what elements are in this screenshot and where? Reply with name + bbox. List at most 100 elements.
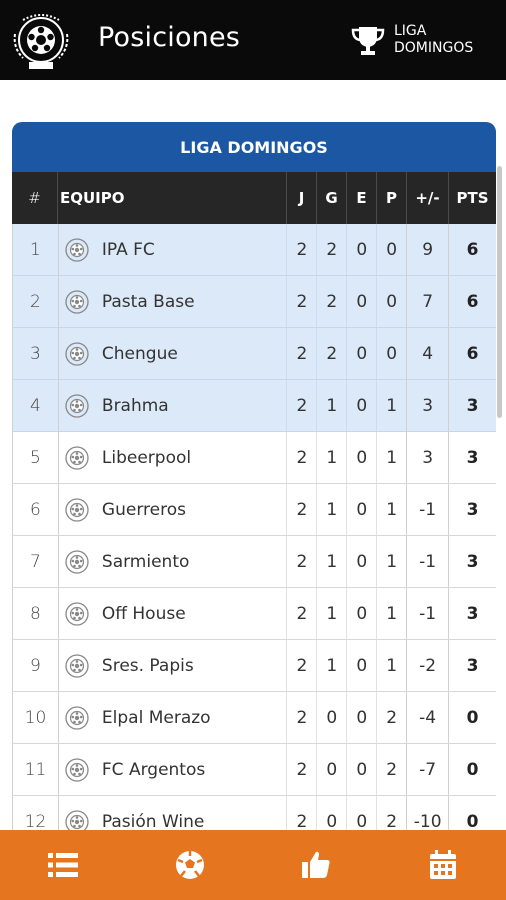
table-header: # EQUIPO J G E P +/- PTS xyxy=(12,172,496,224)
table-row[interactable]: 5 Libeerpool 2 1 0 1 3 3 xyxy=(12,432,496,484)
row-position: 8 xyxy=(13,588,59,639)
table-row[interactable]: 12 Pasión Wine 2 0 0 2 -10 0 xyxy=(12,796,496,830)
table-row[interactable]: 1 IPA FC 2 2 0 0 9 6 xyxy=(12,224,496,276)
row-points: 3 xyxy=(466,395,479,416)
row-points: 6 xyxy=(466,343,479,364)
row-team: Chengue xyxy=(59,328,287,379)
row-team-name: Chengue xyxy=(101,343,178,364)
table-row[interactable]: 2 Pasta Base 2 2 0 0 7 6 xyxy=(12,276,496,328)
table-row[interactable]: 6 Guerreros 2 1 0 1 -1 3 xyxy=(12,484,496,536)
team-crest-icon xyxy=(65,341,89,366)
row-team-name: Off House xyxy=(101,603,186,624)
row-points: 3 xyxy=(466,551,479,572)
team-crest-icon xyxy=(65,445,89,470)
table-row[interactable]: 11 FC Argentos 2 0 0 2 -7 0 xyxy=(12,744,496,796)
row-points: 3 xyxy=(466,499,479,520)
row-won: 0 xyxy=(316,692,346,743)
row-team: Guerreros xyxy=(59,484,287,535)
league-selector-button[interactable]: LIGA DOMINGOS xyxy=(350,20,500,62)
column-header-position: # xyxy=(12,172,58,224)
team-crest-icon xyxy=(65,705,89,730)
standings-list-icon xyxy=(48,853,79,877)
row-played: 2 xyxy=(286,328,316,379)
row-won: 0 xyxy=(316,744,346,795)
row-position: 11 xyxy=(13,744,59,795)
row-won: 1 xyxy=(316,380,346,431)
table-row[interactable]: 9 Sres. Papis 2 1 0 1 -2 3 xyxy=(12,640,496,692)
row-lost: 2 xyxy=(376,796,406,830)
row-team-name: FC Argentos xyxy=(101,759,206,780)
row-goal-diff: 9 xyxy=(406,224,450,275)
row-team-name: Elpal Merazo xyxy=(101,707,211,728)
app-header: Posiciones LIGA DOMINGOS xyxy=(0,0,506,80)
soccer-ball-icon xyxy=(175,851,204,879)
thumbs-up-icon xyxy=(302,851,330,878)
row-lost: 1 xyxy=(376,432,406,483)
row-played: 2 xyxy=(286,432,316,483)
team-crest-icon xyxy=(65,289,89,314)
column-header-points: PTS xyxy=(456,189,489,207)
row-team-name: Sres. Papis xyxy=(101,655,194,676)
row-position: 6 xyxy=(13,484,59,535)
row-team: Elpal Merazo xyxy=(59,692,287,743)
team-crest-icon xyxy=(65,757,89,782)
row-team-name: Brahma xyxy=(101,395,169,416)
row-goal-diff: 7 xyxy=(406,276,450,327)
table-row[interactable]: 8 Off House 2 1 0 1 -1 3 xyxy=(12,588,496,640)
page-title: Posiciones xyxy=(98,22,241,53)
row-lost: 1 xyxy=(376,588,406,639)
row-played: 2 xyxy=(286,380,316,431)
row-goal-diff: -7 xyxy=(406,744,450,795)
trophy-icon xyxy=(351,27,385,55)
scrollbar[interactable] xyxy=(497,166,502,418)
row-drawn: 0 xyxy=(346,640,376,691)
row-goal-diff: -1 xyxy=(406,484,450,535)
row-lost: 0 xyxy=(376,328,406,379)
bottom-navigation xyxy=(0,830,506,900)
row-points: 0 xyxy=(466,759,479,780)
row-position: 9 xyxy=(13,640,59,691)
column-header-played: J xyxy=(286,172,316,224)
row-played: 2 xyxy=(286,692,316,743)
row-won: 1 xyxy=(316,484,346,535)
team-crest-icon xyxy=(65,809,89,830)
column-header-goal-diff: +/- xyxy=(406,172,449,224)
nav-votes[interactable] xyxy=(253,830,380,900)
row-won: 2 xyxy=(316,328,346,379)
row-lost: 2 xyxy=(376,692,406,743)
row-played: 2 xyxy=(286,484,316,535)
column-header-won: G xyxy=(316,172,346,224)
team-crest-icon xyxy=(65,549,89,574)
row-points: 0 xyxy=(466,707,479,728)
row-won: 1 xyxy=(316,432,346,483)
row-team: Pasta Base xyxy=(59,276,287,327)
table-row[interactable]: 4 Brahma 2 1 0 1 3 3 xyxy=(12,380,496,432)
table-row[interactable]: 10 Elpal Merazo 2 0 0 2 -4 0 xyxy=(12,692,496,744)
row-position: 2 xyxy=(13,276,59,327)
row-goal-diff: -1 xyxy=(406,588,450,639)
row-position: 4 xyxy=(13,380,59,431)
column-header-drawn: E xyxy=(346,172,376,224)
row-drawn: 0 xyxy=(346,588,376,639)
standings-content[interactable]: LIGA DOMINGOS # EQUIPO J G E P +/- PTS 1… xyxy=(0,80,506,830)
nav-matches[interactable] xyxy=(127,830,254,900)
row-team: Pasión Wine xyxy=(59,796,287,830)
league-selector-label: LIGA DOMINGOS xyxy=(394,23,474,56)
table-row[interactable]: 7 Sarmiento 2 1 0 1 -1 3 xyxy=(12,536,496,588)
league-title: LIGA DOMINGOS xyxy=(12,122,496,172)
row-played: 2 xyxy=(286,224,316,275)
row-goal-diff: 3 xyxy=(406,432,450,483)
row-position: 7 xyxy=(13,536,59,587)
table-row[interactable]: 3 Chengue 2 2 0 0 4 6 xyxy=(12,328,496,380)
row-team-name: Pasta Base xyxy=(101,291,195,312)
row-drawn: 0 xyxy=(346,432,376,483)
row-lost: 0 xyxy=(376,276,406,327)
row-won: 2 xyxy=(316,224,346,275)
column-header-lost: P xyxy=(376,172,406,224)
league-logo-icon xyxy=(13,14,69,69)
row-drawn: 0 xyxy=(346,536,376,587)
nav-standings[interactable] xyxy=(0,830,127,900)
nav-calendar[interactable] xyxy=(380,830,506,900)
row-won: 1 xyxy=(316,536,346,587)
row-lost: 1 xyxy=(376,380,406,431)
